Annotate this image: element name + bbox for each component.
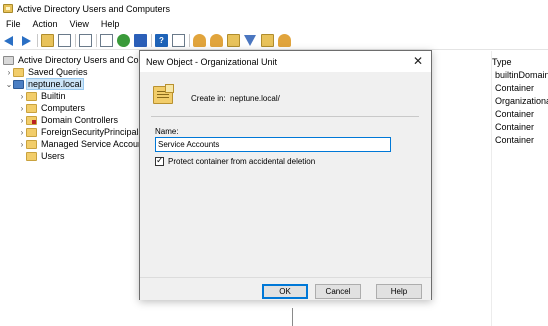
menu-view[interactable]: View xyxy=(64,19,95,29)
refresh-icon[interactable] xyxy=(117,33,130,47)
menu-help[interactable]: Help xyxy=(95,19,126,29)
aduc-node-icon xyxy=(3,55,14,65)
forward-icon[interactable] xyxy=(20,34,33,47)
pane-splitter[interactable] xyxy=(292,308,293,326)
ou-icon xyxy=(26,115,37,125)
close-icon[interactable]: ✕ xyxy=(405,51,431,72)
folder-icon xyxy=(26,103,37,113)
help-icon[interactable]: ? xyxy=(155,33,168,47)
column-divider[interactable] xyxy=(491,51,492,326)
chevron-right-icon[interactable]: › xyxy=(18,116,26,125)
delegate-icon[interactable] xyxy=(278,33,291,47)
console-tree: Active Directory Users and Compu › Saved… xyxy=(0,51,140,326)
tree-item-label: Computers xyxy=(41,103,86,113)
main-title-bar: Active Directory Users and Computers xyxy=(0,0,548,17)
tree-item-saved-queries[interactable]: › Saved Queries xyxy=(5,66,89,78)
folder-icon xyxy=(26,151,37,161)
window-title: Active Directory Users and Computers xyxy=(17,3,171,14)
protect-checkbox[interactable] xyxy=(155,155,164,166)
tree-item-domain-controllers[interactable]: › Domain Controllers xyxy=(18,114,119,126)
tree-item-users[interactable]: Users xyxy=(18,150,66,162)
export-icon[interactable] xyxy=(134,33,147,47)
new-user-icon[interactable] xyxy=(193,33,206,47)
add-to-group-icon[interactable] xyxy=(261,33,274,47)
divider xyxy=(151,116,419,117)
properties-icon[interactable] xyxy=(100,33,113,47)
dialog-footer: OK Cancel Help xyxy=(140,277,431,300)
toolbar: ? xyxy=(0,31,548,50)
tree-item-domain[interactable]: ⌄ neptune.local xyxy=(5,78,84,90)
tree-item-builtin[interactable]: › Builtin xyxy=(18,90,67,102)
chevron-right-icon[interactable]: › xyxy=(18,128,26,137)
dialog-title-bar[interactable]: New Object - Organizational Unit ✕ xyxy=(140,51,431,72)
tree-item-label: ForeignSecurityPrincipals xyxy=(41,127,140,137)
domain-icon xyxy=(13,79,24,89)
new-ou-icon[interactable] xyxy=(227,33,240,47)
folder-icon xyxy=(13,67,24,77)
list-item-type[interactable]: builtinDomain xyxy=(495,70,548,80)
list-item-type[interactable]: Organizational... xyxy=(495,96,548,106)
aduc-app-icon xyxy=(3,4,13,13)
protect-label: Protect container from accidental deleti… xyxy=(168,157,316,166)
filter-icon[interactable] xyxy=(244,34,257,47)
list-item-type[interactable]: Container xyxy=(495,109,548,119)
menu-file[interactable]: File xyxy=(0,19,27,29)
tree-root-label: Active Directory Users and Compu xyxy=(18,55,140,65)
toolbar-separator xyxy=(37,33,38,47)
ok-button[interactable]: OK xyxy=(262,284,308,299)
chevron-right-icon[interactable]: › xyxy=(18,104,26,113)
tree-item-label: neptune.local xyxy=(26,78,84,90)
tree-item-label: Users xyxy=(41,151,65,161)
chevron-down-icon[interactable]: ⌄ xyxy=(5,80,13,89)
organizational-unit-icon xyxy=(153,84,174,104)
tree-item-label: Builtin xyxy=(41,91,66,101)
tree-item-foreign-security-principals[interactable]: › ForeignSecurityPrincipals xyxy=(18,126,140,138)
tree-item-label: Domain Controllers xyxy=(41,115,119,125)
copy-icon[interactable] xyxy=(79,33,92,47)
list-item-type[interactable]: Container xyxy=(495,83,548,93)
toolbar-separator xyxy=(151,33,152,47)
new-group-icon[interactable] xyxy=(210,33,223,47)
dialog-title: New Object - Organizational Unit xyxy=(146,57,278,67)
chevron-right-icon[interactable]: › xyxy=(18,92,26,101)
folder-icon xyxy=(26,91,37,101)
dialog-body: Create in: neptune.local/ Name: Protect … xyxy=(140,72,431,277)
cancel-button[interactable]: Cancel xyxy=(315,284,361,299)
create-in-label: Create in: xyxy=(191,94,226,103)
console-icon[interactable] xyxy=(172,33,185,47)
column-header-type[interactable]: Type xyxy=(492,57,512,67)
list-item-type[interactable]: Container xyxy=(495,135,548,145)
menu-bar: File Action View Help xyxy=(0,17,548,31)
tree-item-computers[interactable]: › Computers xyxy=(18,102,86,114)
name-input[interactable] xyxy=(155,137,391,152)
name-label: Name: xyxy=(155,127,179,136)
protect-container-option[interactable]: Protect container from accidental deleti… xyxy=(155,155,316,166)
tree-item-managed-service-accounts[interactable]: › Managed Service Accounts xyxy=(18,138,140,150)
toolbar-separator xyxy=(96,33,97,47)
tree-item-label: Managed Service Accounts xyxy=(41,139,140,149)
back-icon[interactable] xyxy=(3,34,16,47)
toolbar-separator xyxy=(189,33,190,47)
menu-action[interactable]: Action xyxy=(27,19,64,29)
tree-item-label: Saved Queries xyxy=(28,67,88,77)
create-in-value: neptune.local/ xyxy=(230,94,280,103)
chevron-right-icon[interactable]: › xyxy=(18,140,26,149)
list-item-type[interactable]: Container xyxy=(495,122,548,132)
console-tree-icon[interactable] xyxy=(58,33,71,47)
toolbar-separator xyxy=(75,33,76,47)
chevron-right-icon[interactable]: › xyxy=(5,68,13,77)
new-ou-dialog: New Object - Organizational Unit ✕ Creat… xyxy=(139,50,432,300)
help-button[interactable]: Help xyxy=(376,284,422,299)
tree-root[interactable]: Active Directory Users and Compu xyxy=(3,54,140,66)
up-folder-icon[interactable] xyxy=(41,33,54,47)
folder-icon xyxy=(26,127,37,137)
folder-icon xyxy=(26,139,37,149)
